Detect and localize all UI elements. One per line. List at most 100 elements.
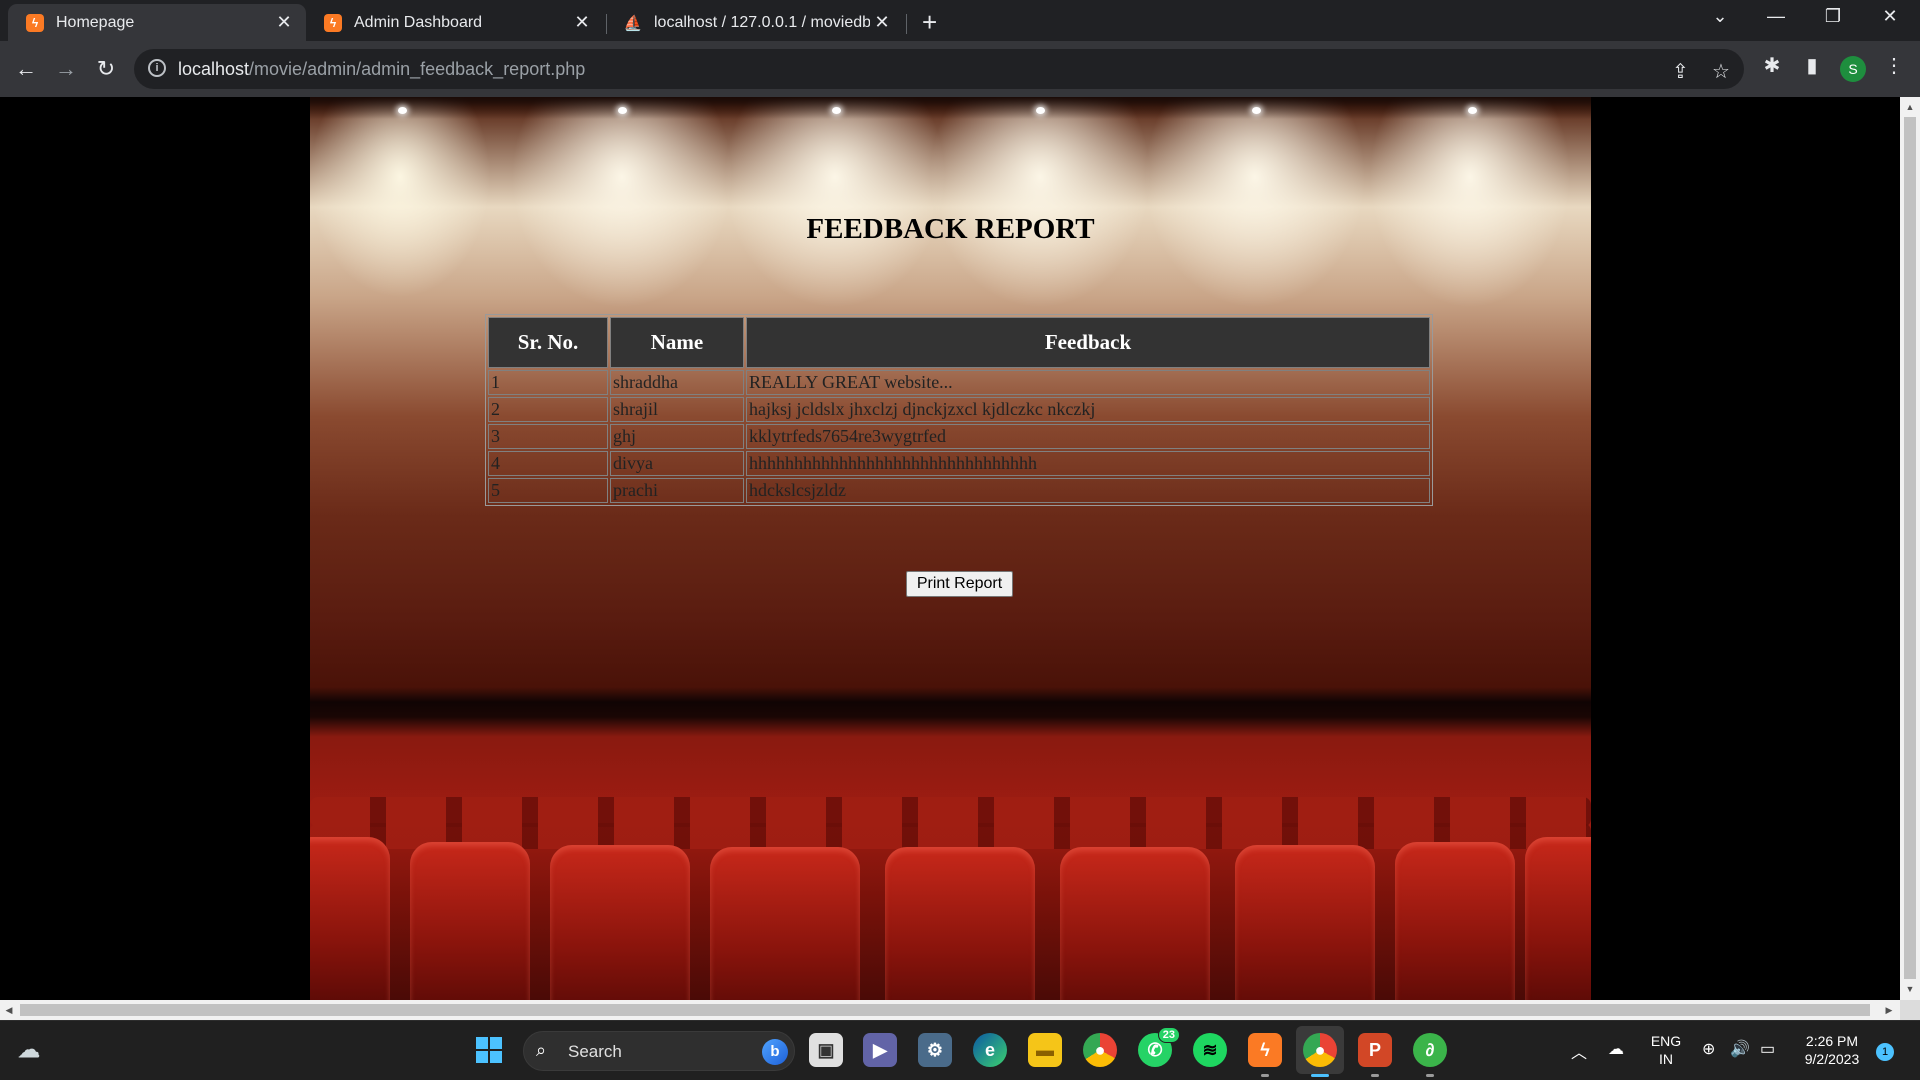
chrome-active-icon[interactable]: ● [1303,1033,1337,1067]
close-icon[interactable]: ✕ [870,12,894,33]
minimize-icon[interactable]: — [1756,6,1796,27]
browser-tab-strip: ϟ Homepage ✕ ϟ Admin Dashboard ✕ ⛵ local… [0,0,1920,41]
table-row: 2 shrajil hajksj jcldslx jhxclzj djnckjz… [488,397,1430,422]
file-explorer-icon[interactable]: ▬ [1028,1033,1062,1067]
settings-gear-icon[interactable]: ⚙ [918,1033,952,1067]
address-bar[interactable]: i localhost/movie/admin/admin_feedback_r… [134,49,1744,89]
seat [1395,842,1515,1000]
seat [410,842,530,1000]
powerpoint-icon[interactable]: P [1358,1033,1392,1067]
menu-kebab-icon[interactable]: ⋮ [1878,53,1910,78]
bookmark-star-icon[interactable]: ☆ [1712,59,1730,84]
restore-icon[interactable]: ❐ [1813,6,1853,27]
cell-feedback: hajksj jcldslx jhxclzj djnckjzxcl kjdlcz… [746,397,1430,422]
cell-sr-no: 3 [488,424,608,449]
spotify-icon[interactable]: ≋ [1193,1033,1227,1067]
cell-name: ghj [610,424,744,449]
extensions-icon[interactable]: ✱ [1756,53,1788,78]
phpmyadmin-icon: ⛵ [623,14,643,32]
cell-name: shraddha [610,370,744,395]
table-row: 5 prachi hdckslcsjzldz [488,478,1430,503]
scrollbar-thumb[interactable] [1904,117,1916,979]
windows-logo-icon [476,1037,502,1063]
search-label: Search [568,1042,622,1061]
scroll-down-icon[interactable]: ▼ [1900,981,1920,997]
show-hidden-icons-chevron-icon[interactable]: ︿ [1571,1039,1587,1063]
xampp-icon[interactable]: ϟ [1248,1033,1282,1067]
weather-icon[interactable]: ☁ [12,1033,46,1067]
forward-icon[interactable]: → [50,53,82,85]
chrome-icon[interactable]: ● [1083,1033,1117,1067]
seat [1060,847,1210,1000]
volume-icon[interactable]: 🔊 [1730,1039,1750,1059]
theater-seats [310,797,1591,1000]
notification-count-badge[interactable]: 1 [1876,1043,1894,1061]
column-header-name: Name [610,317,744,368]
reload-icon[interactable]: ↻ [90,53,122,85]
search-icon: ⌕ [536,1040,547,1060]
clock-date: 9/2/2023 [1804,1051,1860,1067]
task-view-icon[interactable]: ▣ [809,1033,843,1067]
spotlight [398,107,407,114]
url-text[interactable]: localhost/movie/admin/admin_feedback_rep… [178,59,585,80]
scroll-right-icon[interactable]: ▶ [1880,1000,1898,1020]
scroll-up-icon[interactable]: ▲ [1900,99,1920,115]
tab-homepage[interactable]: ϟ Homepage ✕ [8,4,306,41]
teams-chat-icon[interactable]: ▶ [863,1033,897,1067]
page-viewport: FEEDBACK REPORT Sr. No. Name Feedback 1 … [0,97,1900,1000]
edge-browser-icon[interactable]: e [973,1033,1007,1067]
whatsapp-icon[interactable]: ✆ 23 [1138,1027,1180,1067]
close-icon[interactable]: ✕ [570,12,594,33]
onedrive-cloud-icon[interactable]: ☁ [1608,1039,1624,1059]
seat [885,847,1035,1000]
cell-name: prachi [610,478,744,503]
cell-name: divya [610,451,744,476]
green-app-icon[interactable]: ∂ [1413,1033,1447,1067]
windows-start-icon[interactable] [472,1033,506,1067]
clock-time: 2:26 PM [1805,1033,1859,1049]
close-icon[interactable]: ✕ [272,12,296,33]
scrollbar-thumb[interactable] [20,1004,1870,1016]
seat [1235,845,1375,1000]
window-close-icon[interactable]: ✕ [1870,6,1910,27]
back-icon[interactable]: ← [10,53,42,85]
xampp-icon: ϟ [324,13,342,32]
side-panel-icon[interactable]: ▮ [1796,53,1828,78]
battery-icon[interactable]: ▭ [1760,1039,1775,1059]
taskbar-search[interactable]: ⌕ Search b [523,1031,795,1071]
cell-feedback: kklytrfeds7654re3wygtrfed [746,424,1430,449]
seat [710,847,860,1000]
ceiling-shadow [310,97,1591,119]
print-report-button[interactable]: Print Report [906,571,1013,597]
page-title: FEEDBACK REPORT [806,213,1095,245]
new-tab-icon[interactable]: + [922,7,937,38]
cell-name: shrajil [610,397,744,422]
spotlight [1036,107,1045,114]
clock[interactable]: 2:26 PM 9/2/2023 [1790,1032,1874,1068]
tab-title: Admin Dashboard [354,13,483,31]
tab-phpmyadmin[interactable]: ⛵ localhost / 127.0.0.1 / moviedb / ✕ [606,4,904,41]
language-indicator[interactable]: ENG IN [1648,1032,1684,1068]
vertical-scrollbar[interactable]: ▲ ▼ [1900,97,1920,1000]
browser-toolbar: ← → ↻ i localhost/movie/admin/admin_feed… [0,41,1920,97]
profile-avatar[interactable]: S [1840,56,1866,82]
network-globe-icon[interactable]: ⊕ [1702,1039,1715,1059]
tab-search-chevron-icon[interactable]: ⌄ [1700,6,1740,27]
scroll-left-icon[interactable]: ◀ [0,1000,18,1020]
bing-icon[interactable]: b [762,1039,788,1065]
spotlight [1252,107,1261,114]
seat [550,845,690,1000]
spotlight [832,107,841,114]
url-host: localhost [178,59,250,79]
scrollbar-corner [1900,1000,1920,1020]
share-icon[interactable]: ⇪ [1672,59,1689,84]
taskbar: ☁ ⌕ Search b ▣ ▶ ⚙ e ▬ ● ✆ 23 ≋ ϟ ● P ∂ ︿… [0,1020,1920,1080]
horizontal-scrollbar[interactable]: ◀ ▶ [0,1000,1900,1020]
tab-admin-dashboard[interactable]: ϟ Admin Dashboard ✕ [306,4,604,41]
cell-feedback: hhhhhhhhhhhhhhhhhhhhhhhhhhhhhhhh [746,451,1430,476]
site-info-icon[interactable]: i [148,59,166,77]
region-code: IN [1659,1051,1673,1067]
spotlight [1468,107,1477,114]
cell-sr-no: 2 [488,397,608,422]
feedback-table: Sr. No. Name Feedback 1 shraddha REALLY … [485,314,1433,506]
